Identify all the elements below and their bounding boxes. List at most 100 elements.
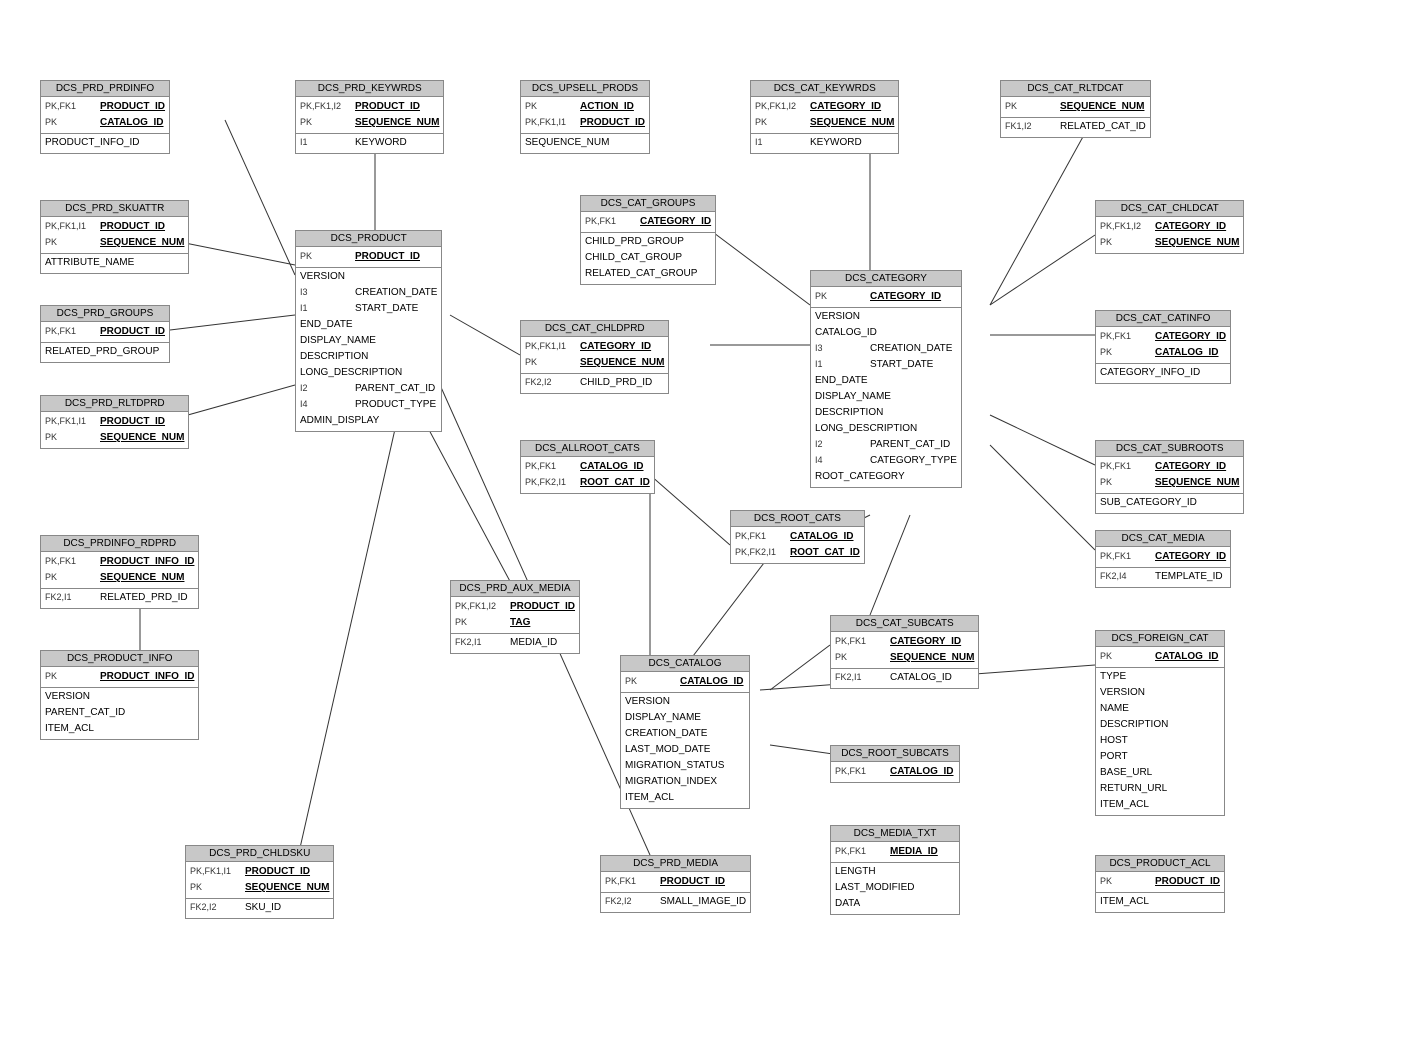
row-key: PK,FK1,I2 xyxy=(300,100,355,113)
row-key: FK2,I2 xyxy=(190,901,245,914)
table-title-dcs_prdinfo_rdprd: DCS_PRDINFO_RDPRD xyxy=(41,536,198,552)
table-row: LENGTH xyxy=(831,862,959,880)
row-key: FK2,I2 xyxy=(605,895,660,908)
row-key: PK,FK1,I1 xyxy=(525,116,580,129)
row-field: SMALL_IMAGE_ID xyxy=(660,895,746,909)
table-title-dcs_category: DCS_CATEGORY xyxy=(811,271,961,287)
row-key: PK,FK1 xyxy=(835,765,890,778)
table-row: FK2,I4TEMPLATE_ID xyxy=(1096,567,1230,585)
table-dcs_media_txt: DCS_MEDIA_TXTPK,FK1MEDIA_IDLENGTHLAST_MO… xyxy=(830,825,960,915)
row-key: I1 xyxy=(755,136,810,149)
row-field: DISPLAY_NAME xyxy=(815,390,891,404)
table-row: DESCRIPTION xyxy=(811,405,961,421)
row-field: TAG xyxy=(510,616,530,630)
table-title-dcs_root_subcats: DCS_ROOT_SUBCATS xyxy=(831,746,959,762)
table-row: PK,FK2,I1ROOT_CAT_ID xyxy=(521,475,654,491)
table-row: PKSEQUENCE_NUM xyxy=(186,880,333,896)
table-row: PKSEQUENCE_NUM xyxy=(41,430,188,446)
table-dcs_category: DCS_CATEGORYPKCATEGORY_IDVERSIONCATALOG_… xyxy=(810,270,962,488)
row-field: TEMPLATE_ID xyxy=(1155,570,1223,584)
row-field: CATEGORY_ID xyxy=(640,215,711,229)
row-key: PK xyxy=(45,116,100,129)
row-key: PK,FK1,I2 xyxy=(1100,220,1155,233)
table-dcs_cat_subroots: DCS_CAT_SUBROOTSPK,FK1CATEGORY_IDPKSEQUE… xyxy=(1095,440,1244,514)
table-row: CREATION_DATE xyxy=(621,726,749,742)
row-field: ATTRIBUTE_NAME xyxy=(45,256,134,270)
row-key: I1 xyxy=(300,302,355,315)
row-field: CATEGORY_ID xyxy=(890,635,961,649)
table-dcs_prd_media: DCS_PRD_MEDIAPK,FK1PRODUCT_IDFK2,I2SMALL… xyxy=(600,855,751,913)
table-row: PK,FK1CATALOG_ID xyxy=(521,459,654,475)
table-row: END_DATE xyxy=(296,317,441,333)
row-field: LAST_MODIFIED xyxy=(835,881,914,895)
table-row: PKCATALOG_ID xyxy=(41,115,169,131)
row-field: PRODUCT_ID xyxy=(1155,875,1220,889)
table-row: PK,FK1,I2PRODUCT_ID xyxy=(451,599,579,615)
table-row: ITEM_ACL xyxy=(621,790,749,806)
table-dcs_prd_skuattr: DCS_PRD_SKUATTRPK,FK1,I1PRODUCT_IDPKSEQU… xyxy=(40,200,189,274)
table-title-dcs_prd_skuattr: DCS_PRD_SKUATTR xyxy=(41,201,188,217)
row-field: HOST xyxy=(1100,734,1128,748)
row-key: PK,FK1 xyxy=(835,845,890,858)
row-field: PARENT_CAT_ID xyxy=(45,706,125,720)
table-dcs_cat_keywrds: DCS_CAT_KEYWRDSPK,FK1,I2CATEGORY_IDPKSEQ… xyxy=(750,80,899,154)
table-row: I1KEYWORD xyxy=(296,133,443,151)
table-title-dcs_catalog: DCS_CATALOG xyxy=(621,656,749,672)
table-row: PKSEQUENCE_NUM xyxy=(1001,99,1150,115)
row-field: DESCRIPTION xyxy=(815,406,883,420)
table-row: LONG_DESCRIPTION xyxy=(811,421,961,437)
table-title-dcs_prd_media: DCS_PRD_MEDIA xyxy=(601,856,750,872)
table-row: PK,FK1,I2CATEGORY_ID xyxy=(751,99,898,115)
row-key: PK xyxy=(45,670,100,683)
row-key: FK2,I4 xyxy=(1100,570,1155,583)
row-field: LAST_MOD_DATE xyxy=(625,743,710,757)
table-dcs_cat_chldprd: DCS_CAT_CHLDPRDPK,FK1,I1CATEGORY_IDPKSEQ… xyxy=(520,320,669,394)
row-field: ITEM_ACL xyxy=(625,791,674,805)
row-field: PRODUCT_INFO_ID xyxy=(100,555,194,569)
table-row: FK1,I2RELATED_CAT_ID xyxy=(1001,117,1150,135)
table-title-dcs_cat_subcats: DCS_CAT_SUBCATS xyxy=(831,616,978,632)
table-row: ITEM_ACL xyxy=(1096,797,1224,813)
table-row: I1START_DATE xyxy=(811,357,961,373)
diagram: DCS_PRD_PRDINFOPK,FK1PRODUCT_IDPKCATALOG… xyxy=(10,25,1390,1045)
row-key: I4 xyxy=(300,398,355,411)
row-field: LONG_DESCRIPTION xyxy=(300,366,402,380)
row-field: BASE_URL xyxy=(1100,766,1152,780)
row-key: PK,FK1,I1 xyxy=(525,340,580,353)
table-row: PKSEQUENCE_NUM xyxy=(1096,235,1243,251)
row-field: SEQUENCE_NUM xyxy=(890,651,974,665)
row-key: PK,FK1,I1 xyxy=(45,220,100,233)
row-key: PK xyxy=(1100,476,1155,489)
table-row: I3CREATION_DATE xyxy=(296,285,441,301)
row-field: CATEGORY_ID xyxy=(870,290,941,304)
table-title-dcs_prd_keywrds: DCS_PRD_KEYWRDS xyxy=(296,81,443,97)
table-row: FK2,I2SMALL_IMAGE_ID xyxy=(601,892,750,910)
table-row: RETURN_URL xyxy=(1096,781,1224,797)
row-key: I3 xyxy=(815,342,870,355)
row-key: PK,FK1,I2 xyxy=(755,100,810,113)
row-field: SEQUENCE_NUM xyxy=(1060,100,1144,114)
row-field: ITEM_ACL xyxy=(1100,798,1149,812)
row-field: VERSION xyxy=(1100,686,1145,700)
row-field: DATA xyxy=(835,897,860,911)
table-row: HOST xyxy=(1096,733,1224,749)
table-row: PK,FK2,I1ROOT_CAT_ID xyxy=(731,545,864,561)
row-key: PK xyxy=(45,431,100,444)
row-key: PK,FK2,I1 xyxy=(525,476,580,489)
row-field: PRODUCT_ID xyxy=(355,250,420,264)
table-title-dcs_prd_prdinfo: DCS_PRD_PRDINFO xyxy=(41,81,169,97)
table-row: PARENT_CAT_ID xyxy=(41,705,198,721)
row-field: PRODUCT_ID xyxy=(355,100,420,114)
row-key: PK xyxy=(1100,346,1155,359)
row-field: PRODUCT_INFO_ID xyxy=(45,136,139,150)
table-dcs_prd_keywrds: DCS_PRD_KEYWRDSPK,FK1,I2PRODUCT_IDPKSEQU… xyxy=(295,80,444,154)
row-field: SEQUENCE_NUM xyxy=(100,236,184,250)
row-field: END_DATE xyxy=(815,374,868,388)
table-row: PK,FK1PRODUCT_INFO_ID xyxy=(41,554,198,570)
table-row: ATTRIBUTE_NAME xyxy=(41,253,188,271)
row-field: CATEGORY_ID xyxy=(1155,330,1226,344)
table-row: VERSION xyxy=(296,267,441,285)
row-field: CATALOG_ID xyxy=(680,675,744,689)
table-dcs_prd_chldsku: DCS_PRD_CHLDSKUPK,FK1,I1PRODUCT_IDPKSEQU… xyxy=(185,845,334,919)
table-row: MIGRATION_INDEX xyxy=(621,774,749,790)
